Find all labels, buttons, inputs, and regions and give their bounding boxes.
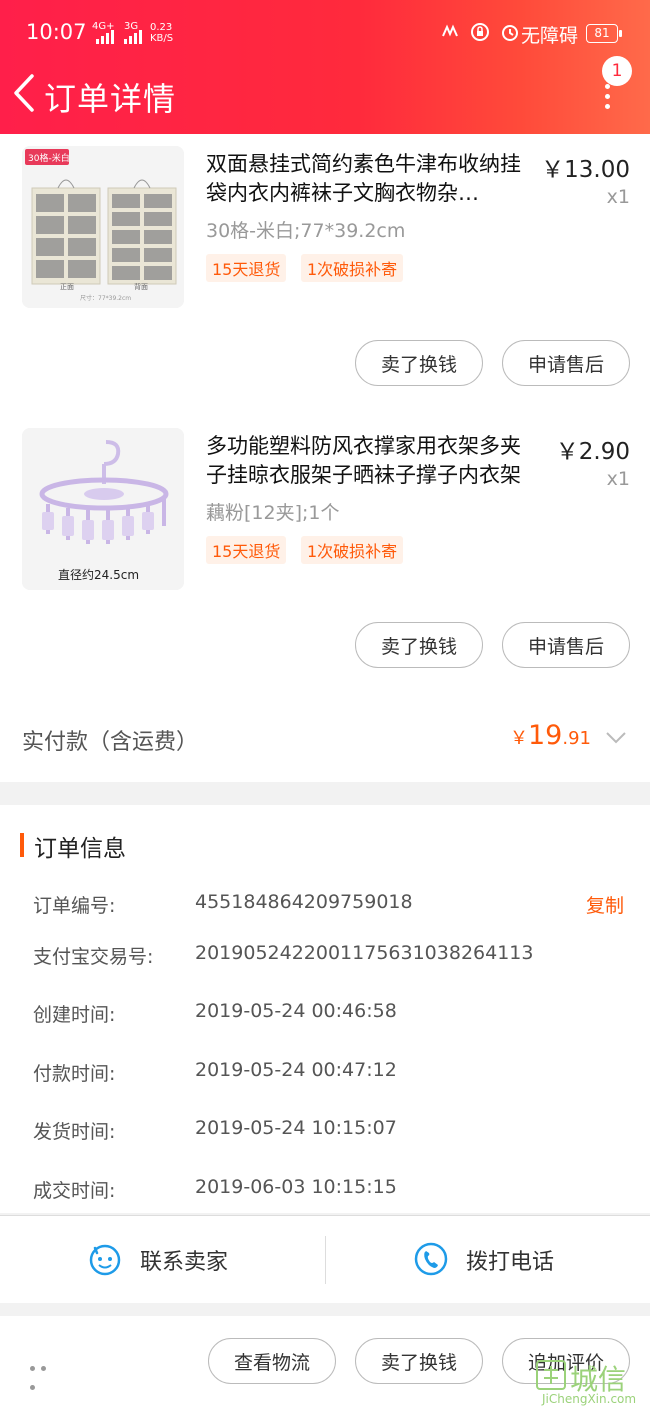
product-item: 直径约24.5cm 多功能塑料防风衣撑家用衣架多夹子挂晾衣服架子晒袜子撑子内衣架…	[0, 416, 650, 698]
payment-total-row[interactable]: 实付款（含运费） ￥19.91	[0, 704, 650, 782]
battery-icon: 81	[586, 24, 622, 43]
chevron-down-icon[interactable]	[604, 728, 628, 748]
tag-damage: 1次破损补寄	[301, 254, 404, 282]
contact-bar: 联系卖家 拨打电话	[0, 1215, 650, 1303]
alipay-number-row: 支付宝交易号: 2019052422001175631038264113	[0, 938, 650, 978]
product-qty: x1	[606, 468, 630, 490]
image-caption: 直径约24.5cm	[58, 568, 140, 582]
paid-time-row: 付款时间: 2019-05-24 00:47:12	[0, 1055, 650, 1095]
status-time: 10:07	[26, 20, 87, 44]
signal-icon-2	[124, 30, 142, 44]
product-title[interactable]: 多功能塑料防风衣撑家用衣架多夹子挂晾衣服架子晒袜子撑子内衣架	[206, 432, 536, 490]
tag-return: 15天退货	[206, 536, 287, 564]
net-speed-value: 0.23	[150, 22, 173, 33]
signal-icon-1	[96, 30, 114, 44]
payment-total-label: 实付款（含运费）	[22, 730, 199, 755]
contact-seller-button[interactable]: 联系卖家	[0, 1216, 325, 1303]
shipped-time-row: 发货时间: 2019-05-24 10:15:07	[0, 1113, 650, 1153]
info-value: 2019-05-24 10:15:07	[195, 1117, 397, 1139]
notification-badge: 1	[602, 56, 632, 86]
alarm-icon	[502, 25, 518, 41]
product-title[interactable]: 双面悬挂式简约素色牛津布收纳挂袋内衣内裤袜子文胸衣物杂…	[206, 150, 536, 208]
image-sku-label: 30格-米白	[28, 154, 70, 164]
info-value: 2019-05-24 00:47:12	[195, 1059, 397, 1081]
net-speed: 0.23 KB/S	[150, 22, 173, 44]
more-menu-icon[interactable]	[596, 84, 618, 110]
watermark: 城信 JiChengXin.com	[530, 1356, 650, 1408]
info-value: 455184864209759018	[195, 891, 413, 913]
view-logistics-button[interactable]: 查看物流	[208, 1338, 336, 1384]
more-dots-icon[interactable]	[30, 1356, 62, 1390]
sell-button[interactable]: 卖了换钱	[355, 1338, 483, 1384]
info-key: 创建时间:	[33, 1004, 116, 1026]
section-accent-bar	[20, 833, 24, 857]
tag-return: 15天退货	[206, 254, 287, 282]
product-image[interactable]: 30格-米白 正面 背面 尺寸：77*39.2cm	[22, 146, 184, 308]
amount-decimal: .91	[562, 728, 591, 749]
back-arrow-icon[interactable]	[10, 72, 40, 114]
section-title: 订单信息	[34, 836, 126, 862]
product-price: ￥13.00	[541, 157, 630, 183]
created-time-row: 创建时间: 2019-05-24 00:46:58	[0, 996, 650, 1036]
image-caption-front: 正面	[60, 283, 74, 291]
completed-time-row: 成交时间: 2019-06-03 10:15:15	[0, 1172, 650, 1212]
info-key: 成交时间:	[33, 1180, 116, 1202]
status-bar: 10:07 4G+ 3G 0.23 KB/S 无障碍 81	[0, 0, 650, 64]
chat-face-icon	[89, 1244, 121, 1276]
product-list: 30格-米白 正面 背面 尺寸：77*39.2cm 双面悬挂式简约素色牛津布收纳…	[0, 134, 650, 782]
product-item: 30格-米白 正面 背面 尺寸：77*39.2cm 双面悬挂式简约素色牛津布收纳…	[0, 134, 650, 416]
order-number-row: 订单编号: 455184864209759018 复制	[0, 887, 650, 927]
after-sale-button[interactable]: 申请售后	[502, 340, 630, 386]
product-image[interactable]: 直径约24.5cm	[22, 428, 184, 590]
payment-total-amount: ￥19.91	[510, 720, 591, 751]
sell-button[interactable]: 卖了换钱	[355, 622, 483, 668]
status-icons	[440, 22, 520, 42]
watermark-subtext: JiChengXin.com	[542, 1392, 637, 1406]
accessibility-label: 无障碍	[521, 25, 579, 47]
header: 10:07 4G+ 3G 0.23 KB/S 无障碍 81 订单详情 1	[0, 0, 650, 134]
phone-icon	[414, 1242, 448, 1276]
call-phone-button[interactable]: 拨打电话	[326, 1216, 650, 1303]
lock-rotation-icon	[471, 23, 489, 41]
product-sku: 藕粉[12夹];1个	[206, 502, 340, 524]
page-title: 订单详情	[44, 80, 177, 118]
order-info-section: 订单信息 订单编号: 455184864209759018 复制 支付宝交易号:…	[0, 805, 650, 1213]
watermark-logo-icon	[536, 1360, 566, 1390]
call-phone-label: 拨打电话	[466, 1250, 555, 1275]
net-speed-unit: KB/S	[150, 33, 174, 44]
copy-button[interactable]: 复制	[586, 891, 624, 918]
tag-damage: 1次破损补寄	[301, 536, 404, 564]
nfc-icon	[442, 24, 458, 37]
product-price: ￥2.90	[555, 439, 630, 465]
info-key: 支付宝交易号:	[33, 946, 154, 968]
info-value: 2019-06-03 10:15:15	[195, 1176, 397, 1198]
contact-seller-label: 联系卖家	[140, 1250, 229, 1275]
info-key: 订单编号:	[33, 895, 116, 917]
after-sale-button[interactable]: 申请售后	[502, 622, 630, 668]
info-value: 2019052422001175631038264113	[195, 942, 534, 964]
product-qty: x1	[606, 186, 630, 208]
amount-integer: 19	[528, 720, 563, 751]
storage-bag-image	[22, 146, 184, 308]
sell-button[interactable]: 卖了换钱	[355, 340, 483, 386]
currency-symbol: ￥	[510, 728, 528, 749]
info-key: 发货时间:	[33, 1121, 116, 1143]
info-value: 2019-05-24 00:46:58	[195, 1000, 397, 1022]
image-caption-back: 背面	[134, 283, 148, 291]
product-sku: 30格-米白;77*39.2cm	[206, 220, 406, 242]
info-key: 付款时间:	[33, 1063, 116, 1085]
image-size-caption: 尺寸：77*39.2cm	[80, 295, 132, 302]
